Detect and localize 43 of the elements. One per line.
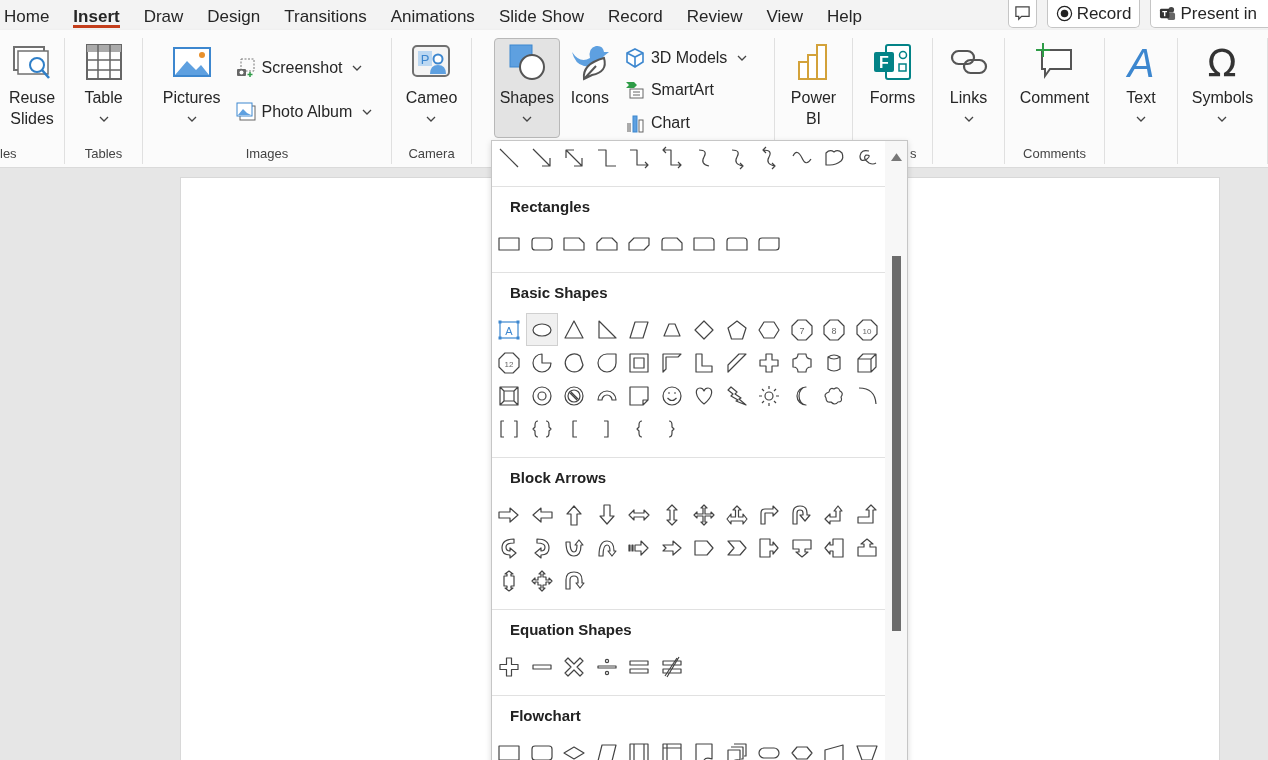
ribbon-tab[interactable]: Home	[0, 0, 62, 30]
section-heading: Basic Shapes	[509, 283, 608, 303]
ribbon-tab[interactable]: Review	[674, 0, 755, 30]
ribbon-button[interactable]: SmartArt	[619, 77, 753, 103]
section-heading: Flowchart	[509, 706, 581, 726]
ribbon-button[interactable]: F Forms	[863, 38, 922, 138]
ribbon-button[interactable]: Chart	[619, 109, 753, 136]
group-label: Camera	[408, 145, 455, 161]
ribbon-tab[interactable]: Design	[195, 0, 273, 30]
ribbon-tab[interactable]: Record	[595, 0, 675, 30]
ribbon-button[interactable]: Shapes	[493, 38, 560, 138]
ribbon-button[interactable]: Pictures	[156, 38, 227, 138]
section-heading: Equation Shapes	[509, 620, 632, 640]
omega-icon: Ω	[1202, 42, 1243, 82]
ribbon-tab[interactable]: Draw	[131, 0, 196, 30]
ribbon-button[interactable]: Links	[942, 38, 995, 138]
present-button[interactable]: Present in	[1150, 0, 1268, 28]
record-button[interactable]: Record	[1046, 0, 1141, 28]
group-label: Comments	[1023, 145, 1086, 161]
ribbon-button[interactable]: Table	[77, 38, 130, 138]
ribbon-button[interactable]: P Cameo	[399, 38, 464, 138]
group-label: les	[0, 145, 17, 161]
ribbon-button[interactable]: Icons	[563, 38, 616, 138]
ribbon-button[interactable]: Power BI	[784, 38, 843, 138]
section-heading: Rectangles	[509, 197, 591, 217]
section-heading: Block Arrows	[509, 468, 607, 488]
group-label: Images	[245, 145, 289, 161]
ribbon-tab[interactable]: Slide Show	[486, 0, 596, 30]
ribbon-button[interactable]: 3D Models	[619, 44, 753, 71]
ribbon-button[interactable]: Comment	[1013, 38, 1096, 138]
ribbon-button[interactable]: Screenshot	[230, 55, 378, 82]
ribbon-tab[interactable]: View	[754, 0, 816, 30]
ribbon-tab[interactable]: Insert	[61, 0, 132, 30]
ribbon-button[interactable]: A Text	[1115, 38, 1167, 138]
ribbon-tab[interactable]: Animations	[378, 0, 487, 30]
text-icon: A	[1121, 42, 1161, 82]
group-label: Tables	[84, 145, 123, 161]
ribbon-tab[interactable]: Transitions	[272, 0, 379, 30]
ribbon-tab[interactable]: Help	[815, 0, 874, 30]
ribbon-button[interactable]: Ω Symbols	[1185, 38, 1260, 138]
ribbon-button[interactable]: Photo Album	[230, 98, 378, 125]
ribbon-button[interactable]: Reuse Slides	[2, 38, 62, 138]
group-label: s	[910, 145, 917, 161]
